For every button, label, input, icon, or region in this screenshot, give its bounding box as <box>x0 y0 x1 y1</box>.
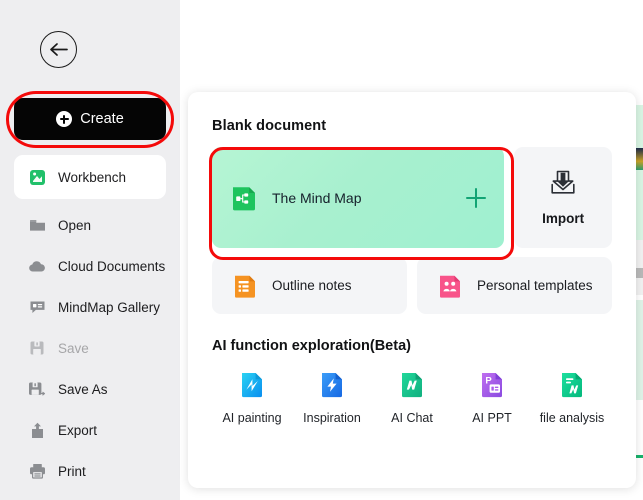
blank-document-row-2: Outline notes Personal templates <box>212 257 612 314</box>
card-label: Personal templates <box>477 278 593 293</box>
ai-ppt-icon: P <box>477 370 507 400</box>
ai-item-label: AI Chat <box>391 411 433 425</box>
plus-icon[interactable] <box>466 187 487 208</box>
ai-item-inspiration[interactable]: Inspiration <box>292 370 372 425</box>
card-label: Import <box>542 210 585 226</box>
folder-icon <box>28 216 46 234</box>
printer-icon <box>28 462 46 480</box>
export-upload-icon <box>28 421 46 439</box>
ai-item-label: file analysis <box>539 411 605 425</box>
ai-item-label: Inspiration <box>303 411 361 425</box>
card-outline-notes[interactable]: Outline notes <box>212 257 407 314</box>
main-panel: Blank document The Mind Map Import Outli… <box>188 92 636 488</box>
sidebar: Create Workbench Open Cloud Documents Mi… <box>0 0 180 500</box>
outline-notes-icon <box>232 273 258 299</box>
sidebar-nav: Workbench Open Cloud Documents MindMap G… <box>0 155 180 486</box>
sidebar-item-label: Export <box>58 422 98 438</box>
gallery-icon <box>28 298 46 316</box>
sidebar-item-label: Print <box>58 463 86 479</box>
ai-item-label: AI painting <box>222 411 282 425</box>
sidebar-item-label: MindMap Gallery <box>58 299 161 315</box>
ai-function-row: AI painting Inspiration AI Chat P AI PPT… <box>212 370 612 425</box>
cloud-icon <box>28 257 46 275</box>
ai-section-title: AI function exploration(Beta) <box>212 338 411 354</box>
card-import[interactable]: Import <box>514 147 612 248</box>
card-label: Outline notes <box>272 278 352 293</box>
sidebar-item-save: Save <box>14 333 166 363</box>
app-root: Create Workbench Open Cloud Documents Mi… <box>0 0 643 500</box>
ai-item-ai-chat[interactable]: AI Chat <box>372 370 452 425</box>
workbench-icon <box>28 168 46 186</box>
sidebar-item-label: Cloud Documents <box>58 258 166 274</box>
back-arrow-icon <box>50 43 68 56</box>
mindmap-node-icon <box>230 184 258 212</box>
sidebar-item-print[interactable]: Print <box>14 456 166 486</box>
sidebar-item-workbench[interactable]: Workbench <box>14 155 166 199</box>
import-tray-icon <box>549 170 577 201</box>
plus-circle-icon <box>56 111 73 127</box>
sidebar-item-label: Save <box>58 340 89 356</box>
ai-item-ai-painting[interactable]: AI painting <box>212 370 292 425</box>
sidebar-item-label: Save As <box>58 381 108 397</box>
ai-chat-icon <box>397 370 427 400</box>
sidebar-item-cloud-documents[interactable]: Cloud Documents <box>14 251 166 281</box>
sidebar-item-label: Open <box>58 217 92 233</box>
ai-item-file-analysis[interactable]: file analysis <box>532 370 612 425</box>
sidebar-item-save-as[interactable]: Save As <box>14 374 166 404</box>
blank-document-title: Blank document <box>212 118 327 134</box>
card-the-mind-map[interactable]: The Mind Map <box>212 147 505 248</box>
personal-templates-icon <box>437 273 463 299</box>
save-icon <box>28 339 46 357</box>
save-as-icon <box>28 380 46 398</box>
file-analysis-icon <box>557 370 587 400</box>
back-button[interactable] <box>40 31 77 68</box>
ai-painting-icon <box>237 370 267 400</box>
card-label: The Mind Map <box>272 189 362 206</box>
sidebar-item-mindmap-gallery[interactable]: MindMap Gallery <box>14 292 166 322</box>
inspiration-bolt-icon <box>317 370 347 400</box>
card-personal-templates[interactable]: Personal templates <box>417 257 612 314</box>
sidebar-item-open[interactable]: Open <box>14 210 166 240</box>
ai-item-ai-ppt[interactable]: P AI PPT <box>452 370 532 425</box>
create-button[interactable]: Create <box>14 98 166 140</box>
ai-item-label: AI PPT <box>472 411 512 425</box>
blank-document-row-1: The Mind Map Import <box>212 147 612 248</box>
create-button-wrap: Create <box>14 98 166 140</box>
sidebar-item-label: Workbench <box>58 169 127 185</box>
sidebar-item-export[interactable]: Export <box>14 415 166 445</box>
create-button-label: Create <box>80 111 124 127</box>
